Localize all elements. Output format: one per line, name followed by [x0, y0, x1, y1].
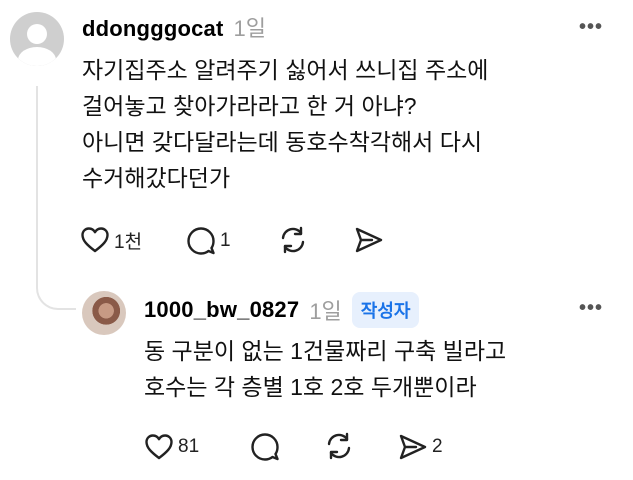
- post-like-count: 1천: [114, 231, 143, 253]
- post-time: 1일: [233, 16, 266, 41]
- reply-comment-button[interactable]: [250, 432, 280, 462]
- avatar-body-shape: [18, 47, 56, 66]
- post-text-line: 아니면 갖다달라는데 동호수착각해서 다시: [82, 129, 483, 155]
- reply-text-line: 호수는 각 층별 1호 2호 두개뿐이라: [144, 374, 477, 400]
- post-username[interactable]: ddongggocat: [82, 16, 224, 42]
- reply-text-line: 동 구분이 없는 1건물짜리 구축 빌라고: [144, 338, 507, 364]
- reply-repost-button[interactable]: [324, 431, 354, 461]
- reply-like-button[interactable]: 81: [144, 433, 199, 461]
- post-body: 자기집주소 알려주기 싫어서 쓰니집 주소에 걸어놓고 찾아가라라고 한 거 아…: [82, 52, 488, 196]
- repost-icon: [327, 432, 351, 460]
- reply-body: 동 구분이 없는 1건물짜리 구축 빌라고 호수는 각 층별 1호 2호 두개뿐…: [144, 333, 506, 405]
- send-icon: [355, 227, 383, 253]
- post-share-button[interactable]: [354, 226, 384, 254]
- heart-icon: [81, 227, 109, 253]
- repost-icon: [281, 226, 305, 254]
- reply-share-count: 2: [432, 436, 443, 457]
- thread-connector-curve: [36, 270, 76, 310]
- reply-username[interactable]: 1000_bw_0827: [144, 297, 299, 323]
- comment-icon: [187, 227, 215, 255]
- reply-time: 1일: [309, 299, 342, 324]
- avatar-head-shape: [27, 24, 47, 44]
- post-comment-count: 1: [220, 230, 231, 251]
- post-repost-button[interactable]: [278, 225, 308, 255]
- author-badge: 작성자: [351, 292, 420, 328]
- reply-avatar[interactable]: [82, 291, 126, 335]
- avatar[interactable]: [10, 12, 64, 66]
- reply-header: 1000_bw_0827 1일 작성자: [144, 292, 420, 328]
- post-comment-button[interactable]: 1: [186, 226, 231, 256]
- post-text-line: 자기집주소 알려주기 싫어서 쓰니집 주소에: [82, 57, 489, 83]
- post-header: ddongggocat 1일: [82, 11, 266, 43]
- reply-like-count: 81: [178, 436, 200, 457]
- send-icon: [399, 434, 427, 460]
- comment-icon: [251, 433, 279, 461]
- reply-more-button[interactable]: •••: [579, 297, 603, 320]
- post-like-button[interactable]: 1천: [80, 226, 142, 254]
- post-text-line: 걸어놓고 찾아가라라고 한 거 아냐?: [82, 93, 417, 119]
- reply-share-button[interactable]: 2: [398, 433, 443, 461]
- heart-icon: [145, 434, 173, 460]
- thread-connector-line: [36, 86, 38, 286]
- post-text-line: 수거해갔다던가: [82, 165, 231, 191]
- post-more-button[interactable]: •••: [579, 16, 603, 39]
